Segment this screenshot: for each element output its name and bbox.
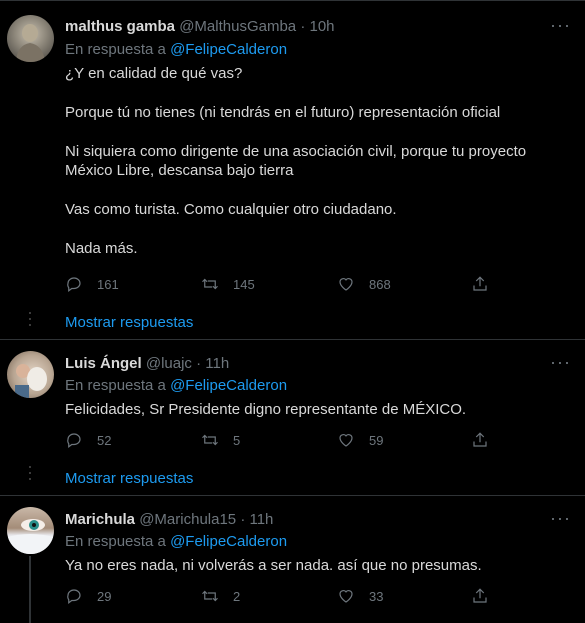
tweet-luis[interactable]: Luis Ángel @luajc · 11h ··· En respuesta… — [0, 340, 585, 495]
reply-prefix: En respuesta a — [65, 41, 166, 58]
reply-prefix: En respuesta a — [65, 377, 166, 394]
reply-to-link[interactable]: @FelipeCalderon — [170, 533, 287, 550]
author-name[interactable]: Marichula — [65, 511, 135, 528]
thread-connector — [29, 466, 31, 484]
avatar-bust-image — [16, 24, 45, 62]
tweet-header: Marichula @Marichula15 · 11h — [65, 511, 273, 528]
tweet-time[interactable]: · 11h — [240, 511, 273, 528]
author-handle[interactable]: @luajc — [146, 355, 192, 372]
share-icon — [473, 276, 487, 291]
reply-button[interactable]: 161 — [65, 274, 119, 294]
tweet-text: Felicidades, Sr Presidente digno represe… — [65, 400, 535, 419]
avatar-photo-image — [15, 364, 47, 398]
tweet-paragraph: Nada más. — [65, 240, 138, 257]
reply-context: En respuesta a @FelipeCalderon — [65, 41, 287, 58]
retweet-count: 145 — [233, 276, 255, 292]
like-button[interactable]: 33 — [337, 586, 383, 606]
author-handle[interactable]: @MalthusGamba — [179, 18, 296, 35]
reply-context: En respuesta a @FelipeCalderon — [65, 377, 287, 394]
retweet-icon — [202, 278, 218, 290]
reply-context: En respuesta a @FelipeCalderon — [65, 533, 287, 550]
retweet-button[interactable]: 145 — [201, 274, 255, 294]
share-icon — [473, 432, 487, 447]
tweet-actions: 29 2 33 — [65, 586, 505, 606]
avatar[interactable] — [7, 15, 54, 62]
tweet-paragraph: Ni siquiera como dirigente de una asocia… — [65, 143, 527, 179]
retweet-icon — [202, 590, 218, 602]
tweet-paragraph: Vas como turista. Como cualquier otro ci… — [65, 201, 397, 218]
tweet-marichula[interactable]: Marichula @Marichula15 · 11h ··· En resp… — [0, 496, 585, 623]
like-button[interactable]: 868 — [337, 274, 391, 294]
tweet-paragraph: Felicidades, Sr Presidente digno represe… — [65, 401, 467, 418]
tweet-time[interactable]: · 10h — [300, 18, 334, 35]
like-icon — [339, 434, 353, 447]
author-name[interactable]: malthus gamba — [65, 18, 175, 35]
tweet-text: ¿Y en calidad de qué vas? Porque tú no t… — [65, 64, 535, 258]
tweet-time[interactable]: · 11h — [196, 355, 229, 372]
retweet-icon — [202, 434, 218, 446]
tweet-header: malthus gamba @MalthusGamba · 10h — [65, 18, 335, 35]
like-icon — [339, 590, 353, 603]
reply-icon — [67, 277, 81, 292]
avatar[interactable] — [7, 507, 54, 554]
retweet-button[interactable]: 2 — [201, 586, 240, 606]
like-button[interactable]: 59 — [337, 430, 383, 450]
thread-connector — [29, 556, 31, 623]
tweet-paragraph: Porque tú no tienes (ni tendrás en el fu… — [65, 104, 501, 121]
reply-icon — [67, 589, 81, 604]
reply-button[interactable]: 29 — [65, 586, 111, 606]
author-name[interactable]: Luis Ángel — [65, 355, 142, 372]
retweet-count: 2 — [233, 588, 241, 604]
share-button[interactable] — [471, 430, 489, 450]
share-icon — [473, 588, 487, 603]
avatar-eye-image — [7, 519, 54, 554]
reply-prefix: En respuesta a — [65, 533, 166, 550]
reply-count: 161 — [97, 276, 119, 292]
tweet-paragraph: ¿Y en calidad de qué vas? — [65, 65, 243, 82]
like-count: 59 — [369, 432, 384, 448]
reply-icon — [67, 433, 81, 448]
more-options-icon[interactable]: ··· — [550, 352, 571, 373]
tweet-malthus[interactable]: malthus gamba @MalthusGamba · 10h ··· En… — [0, 1, 585, 339]
tweet-header: Luis Ángel @luajc · 11h — [65, 355, 229, 372]
show-replies-link[interactable]: Mostrar respuestas — [65, 470, 193, 487]
like-icon — [339, 278, 353, 291]
like-count: 33 — [369, 588, 384, 604]
tweet-actions: 161 145 868 — [65, 274, 505, 294]
more-options-icon[interactable]: ··· — [550, 508, 571, 529]
reply-to-link[interactable]: @FelipeCalderon — [170, 41, 287, 58]
show-replies-link[interactable]: Mostrar respuestas — [65, 314, 193, 331]
avatar[interactable] — [7, 351, 54, 398]
thread-connector — [29, 312, 31, 330]
author-handle[interactable]: @Marichula15 — [139, 511, 236, 528]
tweet-text: Ya no eres nada, ni volverás a ser nada.… — [65, 556, 535, 575]
reply-to-link[interactable]: @FelipeCalderon — [170, 377, 287, 394]
reply-feed: malthus gamba @MalthusGamba · 10h ··· En… — [0, 0, 585, 623]
reply-count: 29 — [97, 588, 112, 604]
tweet-actions: 52 5 59 — [65, 430, 505, 450]
reply-button[interactable]: 52 — [65, 430, 111, 450]
share-button[interactable] — [471, 586, 489, 606]
retweet-count: 5 — [233, 432, 241, 448]
more-options-icon[interactable]: ··· — [550, 15, 571, 36]
reply-count: 52 — [97, 432, 112, 448]
tweet-paragraph: Ya no eres nada, ni volverás a ser nada.… — [65, 557, 482, 574]
like-count: 868 — [369, 276, 391, 292]
share-button[interactable] — [471, 274, 489, 294]
retweet-button[interactable]: 5 — [201, 430, 240, 450]
